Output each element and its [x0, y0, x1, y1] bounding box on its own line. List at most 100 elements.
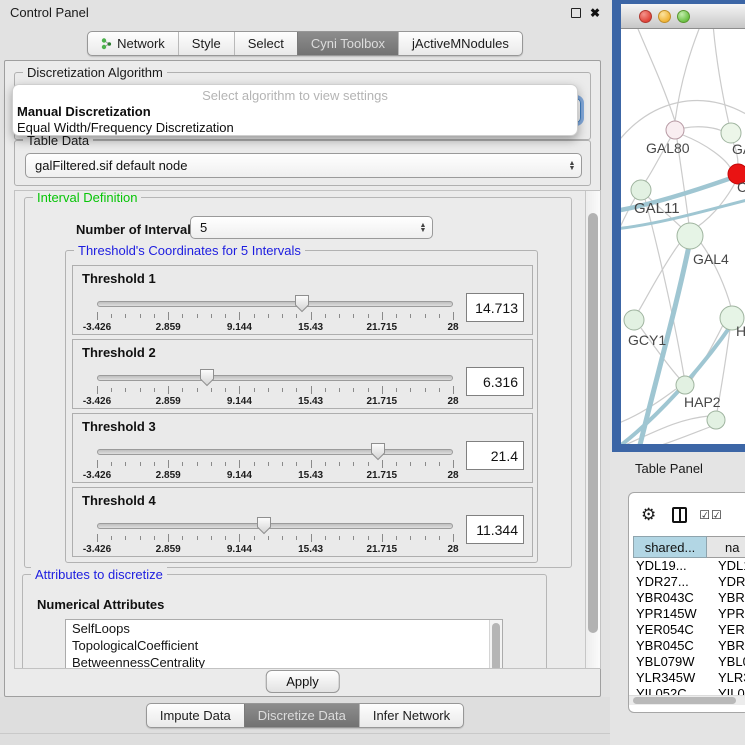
slider-track[interactable] [97, 301, 453, 307]
table-row[interactable]: YBL079WYBL0 [633, 654, 745, 670]
control-panel-window: Control Panel ✖ NetworkStyleSelectCyni T… [0, 0, 610, 745]
table-cell: YBR0 [707, 638, 745, 654]
node-bottom[interactable] [707, 411, 725, 429]
popup-placeholder-option[interactable]: Select algorithm to view settings [13, 88, 577, 104]
bottom-tab-discretize-data[interactable]: Discretize Data [244, 704, 359, 727]
tick-mark [197, 314, 198, 318]
attributes-list-scrollbar[interactable] [489, 620, 502, 669]
tab-label: Select [248, 36, 284, 51]
threshold-value-field[interactable] [466, 293, 524, 322]
table-data-combobox[interactable]: galFiltered.sif default node ▲▼ [25, 153, 582, 178]
zoom-traffic-light[interactable] [677, 10, 690, 23]
threshold-slider[interactable]: -3.4262.8599.14415.4321.71528 [97, 299, 453, 333]
select-columns-icons[interactable]: ☑☑ [699, 508, 723, 522]
slider-tick-labels: -3.4262.8599.14415.4321.71528 [97, 544, 453, 556]
algorithm-dropdown-popup: Select algorithm to view settings Manual… [12, 84, 578, 136]
slider-track[interactable] [97, 523, 453, 529]
tick-mark [439, 314, 440, 318]
threshold-value-field[interactable] [466, 515, 524, 544]
table-row[interactable]: YDL19...YDL1 [633, 558, 745, 574]
node-gcy1[interactable] [624, 310, 644, 330]
apply-button[interactable]: Apply [265, 670, 340, 693]
tick-mark [225, 314, 226, 318]
tab-select[interactable]: Select [234, 32, 297, 55]
number-of-intervals-combobox[interactable]: 5 ▲▼ [190, 216, 433, 239]
network-canvas[interactable]: GAL80GACGAL11GAL4GCY1HHAP2 [621, 29, 745, 444]
attributes-scroll-thumb[interactable] [492, 623, 500, 669]
table-panel-card: ⚙ ☑☑ shared...na YDL19...YDL1YDR27...YDR… [628, 492, 745, 713]
table-row[interactable]: YLR345WYLR3 [633, 670, 745, 686]
table-row[interactable]: YER054CYER0 [633, 622, 745, 638]
number-of-intervals-value: 5 [200, 220, 414, 235]
tab-network[interactable]: Network [88, 32, 178, 55]
node-label-ga: GA [732, 141, 745, 157]
top-tabs-segmented-control: Network Style Select Cyni ToolboxjActiveMNo… [87, 31, 523, 56]
slider-track[interactable] [97, 375, 453, 381]
attribute-list-item[interactable]: TopologicalCoefficient [66, 637, 489, 654]
tick-label: 15.43 [298, 470, 323, 481]
tab-style[interactable]: Style [178, 32, 234, 55]
tick-mark [182, 536, 183, 540]
table-row[interactable]: YPR145WYPR1 [633, 606, 745, 622]
tab-cyni-toolbox[interactable]: Cyni Toolbox [297, 32, 398, 55]
numerical-attributes-label: Numerical Attributes [37, 597, 164, 612]
close-traffic-light[interactable] [639, 10, 652, 23]
table-row[interactable]: YBR043CYBR0 [633, 590, 745, 606]
table-column-header[interactable]: shared... [633, 536, 707, 558]
tick-mark [168, 312, 169, 320]
tab-jactivemnodules[interactable]: jActiveMNodules [398, 32, 522, 55]
bottom-tab-bar: Impute DataDiscretize Data Infer Network [0, 703, 610, 728]
attributes-items: SelfLoopsTopologicalCoefficientBetweenne… [66, 620, 489, 669]
attribute-list-item[interactable]: BetweennessCentrality [66, 654, 489, 669]
node-top-right[interactable] [721, 123, 741, 143]
table-hscroll-thumb[interactable] [633, 697, 736, 704]
columns-icon[interactable] [672, 507, 687, 523]
tick-mark [154, 536, 155, 540]
node-gal11[interactable] [631, 180, 651, 200]
settings-scroll-thumb[interactable] [588, 213, 598, 633]
tick-mark [154, 462, 155, 466]
float-window-icon[interactable] [571, 8, 581, 18]
table-column-header[interactable]: na [707, 536, 745, 558]
tick-mark [410, 462, 411, 466]
network-view-window[interactable]: GAL80GACGAL11GAL4GCY1HHAP2 [612, 0, 745, 452]
settings-vertical-scrollbar[interactable] [585, 191, 600, 668]
popup-option-equal-width-frequency-discretization[interactable]: Equal Width/Frequency Discretization [13, 120, 577, 136]
control-panel-footer: Impute DataDiscretize Data Infer Network [0, 697, 610, 745]
node-gal4[interactable] [677, 223, 703, 249]
tick-mark [396, 462, 397, 466]
threshold-value-field[interactable] [466, 367, 524, 396]
slider-track[interactable] [97, 449, 453, 455]
bottom-tab-impute-data[interactable]: Impute Data [147, 704, 244, 727]
tick-mark [311, 386, 312, 394]
node-hap2[interactable] [676, 376, 694, 394]
table-cell: YER0 [707, 622, 745, 638]
bottom-tab-label: Infer Network [373, 708, 450, 723]
tick-label: 28 [447, 470, 458, 481]
threshold-value-field[interactable] [466, 441, 524, 470]
bottom-tab-infer-network[interactable]: Infer Network [359, 704, 463, 727]
popup-option-manual-discretization[interactable]: Manual Discretization [13, 104, 577, 120]
threshold-slider[interactable]: -3.4262.8599.14415.4321.71528 [97, 373, 453, 407]
tick-mark [254, 388, 255, 392]
gear-icon[interactable]: ⚙ [641, 506, 656, 523]
tick-mark [339, 536, 340, 540]
table-row[interactable]: YBR045CYBR0 [633, 638, 745, 654]
threshold-slider[interactable]: -3.4262.8599.14415.4321.71528 [97, 521, 453, 555]
tick-mark [353, 314, 354, 318]
table-horizontal-scrollbar[interactable] [629, 695, 745, 705]
node-gal80[interactable] [666, 121, 684, 139]
threshold-slider[interactable]: -3.4262.8599.14415.4321.71528 [97, 447, 453, 481]
tick-mark [268, 462, 269, 466]
attribute-list-item[interactable]: SelfLoops [66, 620, 489, 637]
minimize-traffic-light[interactable] [658, 10, 671, 23]
tab-label: Style [192, 36, 221, 51]
tick-label: 15.43 [298, 322, 323, 333]
table-cell: YDR27... [633, 574, 707, 590]
slider-tick-labels: -3.4262.8599.14415.4321.71528 [97, 396, 453, 408]
tick-mark [325, 536, 326, 540]
tick-label: -3.426 [83, 322, 111, 333]
close-icon[interactable]: ✖ [590, 6, 600, 20]
table-row[interactable]: YDR27...YDR2 [633, 574, 745, 590]
table-cell: YDL1 [707, 558, 745, 574]
